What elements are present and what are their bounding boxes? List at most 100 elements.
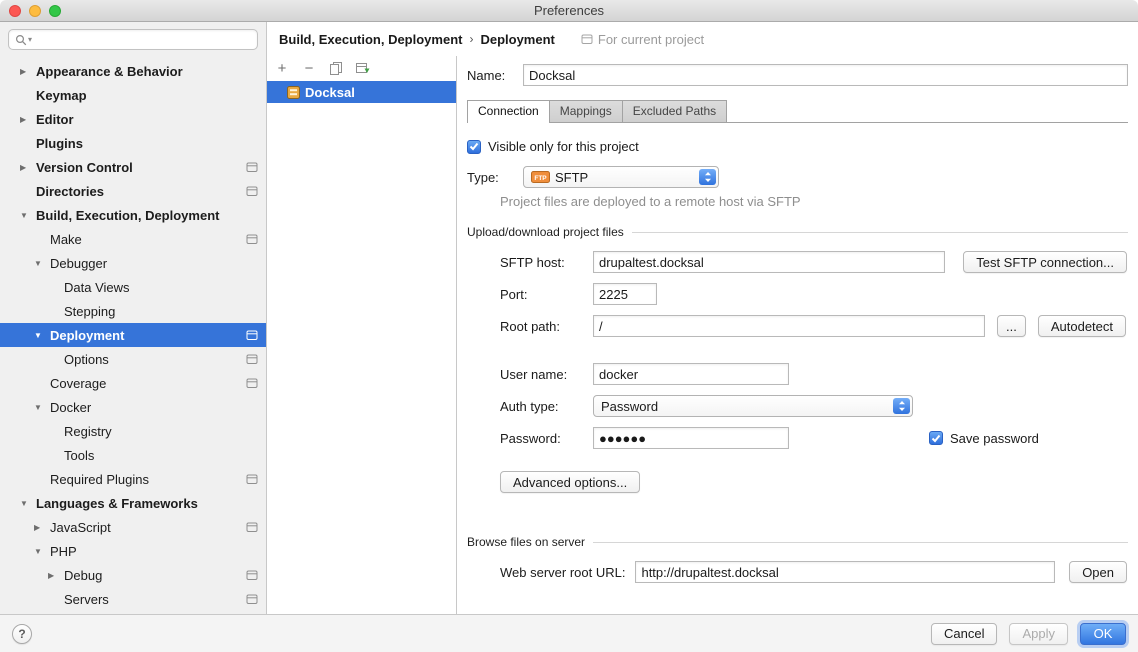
sidebar-item-options[interactable]: Options xyxy=(0,347,266,371)
name-input[interactable] xyxy=(523,64,1128,86)
copy-button[interactable] xyxy=(328,61,344,77)
remove-button[interactable]: − xyxy=(301,61,317,77)
sidebar-item-label: Editor xyxy=(36,112,74,127)
settings-search-input[interactable] xyxy=(36,32,251,47)
sidebar-item-make[interactable]: Make xyxy=(0,227,266,251)
ok-button[interactable]: OK xyxy=(1080,623,1126,645)
chevron-right-icon[interactable]: ▶ xyxy=(20,163,36,172)
server-list-panel: +− Docksal xyxy=(267,56,457,614)
sidebar-item-registry[interactable]: Registry xyxy=(0,419,266,443)
minimize-button[interactable] xyxy=(29,5,41,17)
sidebar-item-servers[interactable]: Servers xyxy=(0,587,266,611)
zoom-button[interactable] xyxy=(49,5,61,17)
breadcrumb-segment-parent[interactable]: Build, Execution, Deployment xyxy=(279,32,462,47)
chevron-right-icon[interactable]: ▶ xyxy=(34,523,50,532)
sidebar-item-keymap[interactable]: Keymap xyxy=(0,83,266,107)
sidebar-item-plugins[interactable]: Plugins xyxy=(0,131,266,155)
sidebar-item-stepping[interactable]: Stepping xyxy=(0,299,266,323)
sidebar-item-label: Appearance & Behavior xyxy=(36,64,183,79)
apply-button: Apply xyxy=(1009,623,1068,645)
tab-mappings[interactable]: Mappings xyxy=(549,100,623,122)
sidebar-item-debug[interactable]: ▶Debug xyxy=(0,563,266,587)
cancel-button[interactable]: Cancel xyxy=(931,623,997,645)
sidebar-item-required-plugins[interactable]: Required Plugins xyxy=(0,467,266,491)
type-label: Type: xyxy=(467,170,523,185)
chevron-right-icon[interactable]: ▶ xyxy=(48,571,64,580)
sidebar-item-label: Required Plugins xyxy=(50,472,149,487)
chevron-down-icon[interactable]: ▼ xyxy=(34,331,50,340)
close-button[interactable] xyxy=(9,5,21,17)
use-as-default-button[interactable] xyxy=(355,61,371,77)
port-input[interactable] xyxy=(593,283,657,305)
titlebar[interactable]: Preferences xyxy=(0,0,1138,22)
chevron-down-icon[interactable]: ▼ xyxy=(34,547,50,556)
sidebar-item-label: JavaScript xyxy=(50,520,111,535)
autodetect-button[interactable]: Autodetect xyxy=(1038,315,1126,337)
advanced-options-button[interactable]: Advanced options... xyxy=(500,471,640,493)
sftp-host-input[interactable] xyxy=(593,251,945,273)
root-path-input[interactable] xyxy=(593,315,985,337)
breadcrumb-separator-icon: › xyxy=(469,32,473,46)
visible-only-checkbox[interactable] xyxy=(467,140,481,154)
sidebar-item-version-control[interactable]: ▶Version Control xyxy=(0,155,266,179)
tab-connection[interactable]: Connection xyxy=(467,100,550,122)
web-root-row: Web server root URL: Open xyxy=(500,561,1128,583)
project-settings-icon xyxy=(246,186,258,197)
web-root-label: Web server root URL: xyxy=(500,565,625,580)
help-button[interactable]: ? xyxy=(12,624,32,644)
add-button[interactable]: + xyxy=(274,61,290,77)
user-name-row: User name: xyxy=(500,363,1128,385)
test-connection-button[interactable]: Test SFTP connection... xyxy=(963,251,1127,273)
project-settings-icon xyxy=(246,594,258,605)
type-row: Type: FTP SFTP xyxy=(467,166,1128,188)
window-title: Preferences xyxy=(534,3,604,18)
chevron-right-icon[interactable]: ▶ xyxy=(20,67,36,76)
open-button[interactable]: Open xyxy=(1069,561,1127,583)
chevron-down-icon[interactable]: ▼ xyxy=(34,403,50,412)
breadcrumb-segment-current[interactable]: Deployment xyxy=(480,32,554,47)
sidebar-item-docker[interactable]: ▼Docker xyxy=(0,395,266,419)
sidebar-item-appearance-behavior[interactable]: ▶Appearance & Behavior xyxy=(0,59,266,83)
help-icon: ? xyxy=(18,627,25,641)
sidebar-item-languages-frameworks[interactable]: ▼Languages & Frameworks xyxy=(0,491,266,515)
sidebar-item-javascript[interactable]: ▶JavaScript xyxy=(0,515,266,539)
server-icon xyxy=(287,86,300,99)
chevron-down-icon[interactable]: ▼ xyxy=(20,499,36,508)
sidebar-item-tools[interactable]: Tools xyxy=(0,443,266,467)
settings-search[interactable]: ▾ xyxy=(8,29,258,50)
chevron-down-icon[interactable]: ▾ xyxy=(28,35,32,44)
sidebar-item-label: Make xyxy=(50,232,82,247)
project-settings-icon xyxy=(246,330,258,341)
browse-button[interactable]: ... xyxy=(997,315,1026,337)
sidebar-item-label: Plugins xyxy=(36,136,83,151)
search-icon xyxy=(15,34,27,46)
chevron-down-icon[interactable]: ▼ xyxy=(20,211,36,220)
server-name: Docksal xyxy=(305,85,355,100)
save-password-checkbox[interactable] xyxy=(929,431,943,445)
chevron-down-icon[interactable]: ▼ xyxy=(34,259,50,268)
project-settings-icon xyxy=(246,474,258,485)
save-password-group: Save password xyxy=(929,431,1039,446)
sidebar-item-label: Coverage xyxy=(50,376,106,391)
sidebar-item-php[interactable]: ▼PHP xyxy=(0,539,266,563)
sidebar-item-coverage[interactable]: Coverage xyxy=(0,371,266,395)
connection-fields: SFTP host: Test SFTP connection... Port:… xyxy=(500,251,1128,493)
settings-sidebar: ▾ ▶Appearance & BehaviorKeymap▶EditorPlu… xyxy=(0,22,267,614)
sidebar-item-editor[interactable]: ▶Editor xyxy=(0,107,266,131)
tab-excluded-paths[interactable]: Excluded Paths xyxy=(622,100,727,122)
web-root-input[interactable] xyxy=(635,561,1055,583)
sidebar-item-directories[interactable]: Directories xyxy=(0,179,266,203)
server-list-item[interactable]: Docksal xyxy=(267,81,456,103)
user-name-label: User name: xyxy=(500,367,593,382)
sidebar-item-debugger[interactable]: ▼Debugger xyxy=(0,251,266,275)
sidebar-item-data-views[interactable]: Data Views xyxy=(0,275,266,299)
breadcrumb: Build, Execution, Deployment › Deploymen… xyxy=(267,22,1138,56)
chevron-right-icon[interactable]: ▶ xyxy=(20,115,36,124)
sidebar-item-label: Debug xyxy=(64,568,102,583)
user-name-input[interactable] xyxy=(593,363,789,385)
sidebar-item-deployment[interactable]: ▼Deployment xyxy=(0,323,266,347)
type-dropdown[interactable]: FTP SFTP xyxy=(523,166,719,188)
password-input[interactable] xyxy=(593,427,789,449)
sidebar-item-build-execution-deployment[interactable]: ▼Build, Execution, Deployment xyxy=(0,203,266,227)
auth-type-dropdown[interactable]: Password xyxy=(593,395,913,417)
